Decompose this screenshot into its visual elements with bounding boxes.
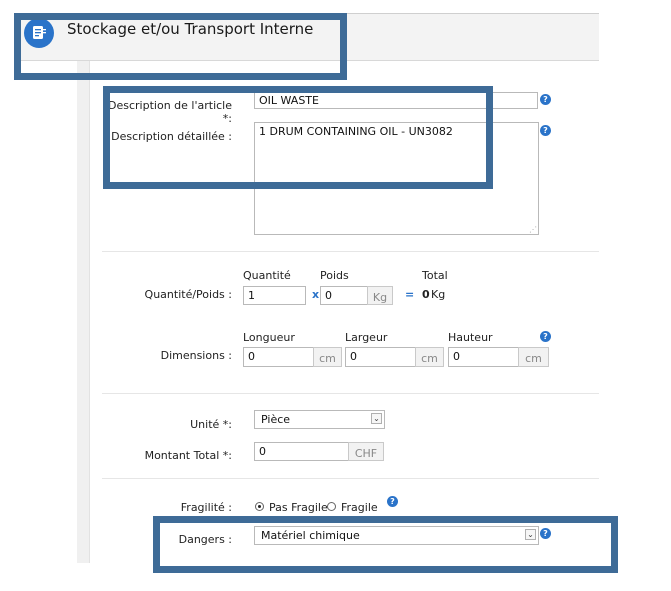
chevron-down-icon[interactable]: ⌄ bbox=[371, 413, 382, 424]
page-title: Stockage et/ou Transport Interne bbox=[67, 20, 314, 38]
multiply-symbol: x bbox=[312, 288, 320, 301]
resize-grip-icon[interactable]: ⋰ bbox=[529, 226, 537, 234]
unit-select[interactable]: Pièce ⌄ bbox=[254, 410, 385, 429]
fragility-label: Fragilité : bbox=[180, 501, 232, 514]
dangers-select[interactable]: Matériel chimique ⌄ bbox=[254, 526, 539, 545]
width-unit: cm bbox=[415, 347, 444, 367]
left-sidebar-strip bbox=[77, 13, 90, 563]
fragile-label[interactable]: Fragile bbox=[341, 501, 378, 514]
dimensions-help-icon[interactable]: ? bbox=[540, 331, 551, 342]
article-description-label: Description de l'article *: bbox=[108, 99, 232, 125]
total-value: 0 bbox=[422, 288, 430, 301]
fragility-help-icon[interactable]: ? bbox=[387, 496, 398, 507]
height-unit: cm bbox=[518, 347, 549, 367]
radio-fragile[interactable] bbox=[327, 502, 336, 511]
weight-input[interactable]: 0 bbox=[320, 286, 368, 305]
detailed-description-textarea[interactable]: 1 DRUM CONTAINING OIL - UN3082 bbox=[254, 122, 539, 235]
article-description-help-icon[interactable]: ? bbox=[540, 94, 551, 105]
section-divider bbox=[102, 393, 599, 394]
radio-not-fragile[interactable] bbox=[255, 502, 264, 511]
dangers-label: Dangers : bbox=[178, 533, 232, 546]
chevron-down-icon[interactable]: ⌄ bbox=[525, 529, 536, 540]
length-caption: Longueur bbox=[243, 331, 295, 344]
length-unit: cm bbox=[313, 347, 342, 367]
currency-unit: CHF bbox=[348, 442, 384, 461]
equals-symbol: = bbox=[405, 288, 415, 301]
dangers-selected-value: Matériel chimique bbox=[261, 529, 360, 542]
length-input[interactable]: 0 bbox=[243, 347, 314, 367]
total-caption: Total bbox=[422, 269, 448, 282]
dimensions-label: Dimensions : bbox=[160, 349, 232, 362]
section-divider bbox=[102, 478, 599, 479]
height-input[interactable]: 0 bbox=[448, 347, 519, 367]
weight-caption: Poids bbox=[320, 269, 349, 282]
width-caption: Largeur bbox=[345, 331, 388, 344]
detailed-description-label: Description détaillée : bbox=[111, 130, 232, 143]
quantity-input[interactable]: 1 bbox=[243, 286, 306, 305]
clipboard-list-icon-glyph bbox=[33, 26, 46, 39]
quantity-weight-label: Quantité/Poids : bbox=[144, 288, 232, 301]
clipboard-list-icon[interactable] bbox=[24, 18, 54, 48]
total-amount-label: Montant Total *: bbox=[144, 449, 232, 462]
quantity-caption: Quantité bbox=[243, 269, 291, 282]
weight-unit: Kg bbox=[367, 286, 393, 305]
total-amount-input[interactable]: 0 bbox=[254, 442, 349, 461]
not-fragile-label[interactable]: Pas Fragile bbox=[269, 501, 328, 514]
section-divider bbox=[102, 251, 599, 252]
width-input[interactable]: 0 bbox=[345, 347, 416, 367]
dangers-help-icon[interactable]: ? bbox=[540, 528, 551, 539]
unit-label: Unité *: bbox=[190, 418, 232, 431]
total-unit: Kg bbox=[431, 288, 446, 301]
detailed-description-help-icon[interactable]: ? bbox=[540, 125, 551, 136]
height-caption: Hauteur bbox=[448, 331, 493, 344]
article-description-input[interactable]: OIL WASTE bbox=[254, 92, 538, 109]
unit-selected-value: Pièce bbox=[261, 413, 291, 426]
